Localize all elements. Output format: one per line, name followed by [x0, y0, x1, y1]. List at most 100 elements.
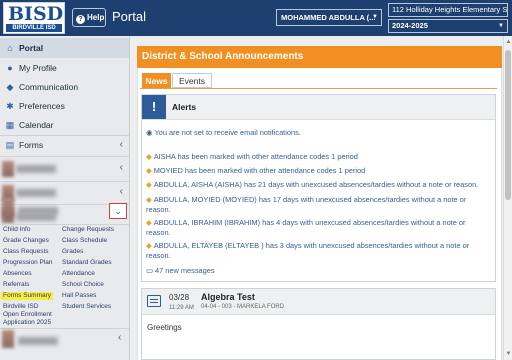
alerts-title: Alerts	[172, 102, 197, 112]
tab-underline	[140, 88, 497, 89]
link-grades[interactable]: Grades	[62, 248, 83, 256]
chevron-left-icon: ‹	[119, 162, 123, 173]
logo-subtitle: BIRDVILLE ISD	[6, 24, 62, 32]
student-name-redacted	[16, 189, 56, 197]
scroll-thumb[interactable]	[505, 50, 511, 200]
expand-student-button[interactable]: ⌄	[109, 203, 127, 219]
gear-icon: ✱	[6, 101, 14, 111]
sidebar-item-label: Forms	[19, 140, 44, 150]
alert-item[interactable]: ◆ AISHA has been marked with other attend…	[146, 152, 358, 161]
sidebar-item-forms[interactable]: ▤ Forms ‹	[0, 135, 129, 155]
alert-text: ABDULLA, ELTAYEB (ELTAYEB ) has 3 days w…	[153, 241, 470, 250]
help-button[interactable]: ? Help	[72, 8, 106, 27]
year-select[interactable]: 2024-2025 ▼	[388, 19, 508, 33]
question-icon: ?	[76, 15, 85, 24]
alert-item[interactable]: ◆ ABDULLA, MOYIED (MOYIED) has 17 days wi…	[146, 195, 466, 204]
message-time: 11:29 AM	[169, 305, 194, 311]
link-birdville-isd[interactable]: Birdville ISD	[3, 303, 38, 311]
message-date: 03/28	[169, 293, 190, 302]
sidebar-item-portal[interactable]: ⌂ Portal	[0, 38, 129, 58]
divider	[0, 156, 129, 157]
link-student-services[interactable]: Student Services	[62, 303, 111, 311]
message-title[interactable]: Algebra Test	[201, 292, 255, 302]
link-class-requests[interactable]: Class Requests	[3, 248, 49, 256]
alert-item-cont[interactable]: reason.	[146, 228, 171, 237]
link-child-info[interactable]: Child Info	[3, 226, 30, 234]
link-open-enrollment[interactable]: Open Enrollment	[3, 311, 52, 319]
email-notice-link[interactable]: ◉ You are not set to receive email notifi…	[146, 128, 301, 137]
student-name-redacted	[16, 165, 56, 173]
bell-icon: ◆	[146, 241, 152, 250]
district-logo[interactable]: BISD BIRDVILLE ISD	[3, 2, 65, 34]
link-school-choice[interactable]: School Choice	[62, 281, 104, 289]
link-forms-summary[interactable]: Forms Summary	[1, 292, 54, 300]
school-select[interactable]: 112 Holliday Heights Elementary Sch	[388, 3, 508, 17]
link-attendance[interactable]: Attendance	[62, 270, 95, 278]
tab-events[interactable]: Events	[172, 73, 212, 88]
alert-item-cont[interactable]: reason.	[146, 251, 171, 260]
message-subtitle: 04-04 - 003 - MARKELA FORD	[201, 304, 285, 310]
person-icon: ●	[7, 63, 13, 73]
alert-text: ABDULLA, AISHA (AISHA) has 21 days with …	[153, 180, 479, 189]
bell-icon: ◆	[146, 152, 152, 161]
divider	[0, 224, 129, 225]
scroll-up-icon[interactable]: ▲	[504, 39, 512, 45]
message-card[interactable]: 03/28 11:29 AM Algebra Test 04-04 - 003 …	[141, 288, 496, 360]
alert-item[interactable]: ◆ ABDULLA, IBRAHIM (IBRAHIM) has 4 days w…	[146, 218, 465, 227]
sidebar-item-calendar[interactable]: ▦ Calendar	[0, 115, 129, 135]
student-row[interactable]: ‹	[0, 182, 129, 204]
alerts-header: ! Alerts	[142, 95, 495, 120]
chat-icon: ◆	[6, 82, 14, 92]
message-icon	[147, 295, 161, 307]
main-scrollbar[interactable]: ▲ ▼	[503, 36, 512, 360]
tab-news[interactable]: News	[142, 73, 171, 88]
sidebar-item-my-profile[interactable]: ● My Profile	[0, 58, 129, 78]
student-row[interactable]: ‹	[0, 158, 129, 180]
sidebar-item-preferences[interactable]: ✱ Preferences	[0, 96, 129, 116]
alert-text: MOYIED has been marked with other attend…	[153, 166, 366, 175]
warning-icon: !	[142, 95, 166, 119]
calendar-icon: ▦	[5, 120, 15, 130]
top-bar: BISD BIRDVILLE ISD ? Help Portal MOHAMMED…	[0, 0, 512, 36]
user-select[interactable]: MOHAMMED ABDULLA (... ▼	[276, 9, 382, 26]
email-notice-text: You are not set to receive email notific…	[154, 128, 301, 137]
page-title: Portal	[112, 9, 146, 24]
bell-icon: ◆	[146, 180, 152, 189]
chevron-down-icon: ⌄	[114, 206, 122, 216]
chevron-left-icon[interactable]: ‹	[118, 332, 121, 343]
document-icon: ▤	[5, 140, 15, 150]
divider	[0, 328, 129, 329]
new-messages-text: 47 new messages	[154, 266, 215, 275]
alert-text: ABDULLA, MOYIED (MOYIED) has 17 days wit…	[153, 195, 467, 204]
link-absences[interactable]: Absences	[3, 270, 32, 278]
avatar	[2, 198, 14, 218]
logo-text: BISD	[8, 3, 64, 25]
new-messages-link[interactable]: ▭ 47 new messages	[146, 266, 215, 275]
link-application-2025[interactable]: Application 2025	[3, 319, 51, 327]
avatar	[2, 330, 14, 348]
sidebar-item-label: Portal	[19, 43, 44, 53]
student-name-redacted	[18, 337, 58, 345]
sidebar-item-label: Calendar	[19, 120, 54, 130]
sidebar-item-label: Preferences	[19, 101, 65, 111]
link-hall-passes[interactable]: Hall Passes	[62, 292, 96, 300]
sidebar-item-communication[interactable]: ◆ Communication	[0, 77, 129, 97]
link-grade-changes[interactable]: Grade Changes	[3, 237, 49, 245]
link-referrals[interactable]: Referrals	[3, 281, 29, 289]
link-progression-plan[interactable]: Progression Plan	[3, 259, 53, 267]
link-change-requests[interactable]: Change Requests	[62, 226, 114, 234]
alerts-card: ! Alerts ◉ You are not set to receive ema…	[141, 94, 496, 282]
scroll-down-icon[interactable]: ▼	[504, 351, 512, 357]
student-name-redacted	[18, 207, 58, 215]
avatar	[2, 161, 14, 177]
message-header: 03/28 11:29 AM Algebra Test 04-04 - 003 …	[142, 289, 495, 315]
link-standard-grades[interactable]: Standard Grades	[62, 259, 112, 267]
message-body: Greetings	[147, 323, 182, 332]
alert-item[interactable]: ◆ MOYIED has been marked with other atten…	[146, 166, 365, 175]
chevron-left-icon: ‹	[119, 139, 123, 150]
alert-item-cont[interactable]: reason.	[146, 205, 171, 214]
alert-item[interactable]: ◆ ABDULLA, AISHA (AISHA) has 21 days with…	[146, 180, 478, 189]
link-class-schedule[interactable]: Class Schedule	[62, 237, 107, 245]
alert-item[interactable]: ◆ ABDULLA, ELTAYEB (ELTAYEB ) has 3 days …	[146, 241, 469, 250]
chevron-down-icon: ▼	[372, 14, 378, 20]
